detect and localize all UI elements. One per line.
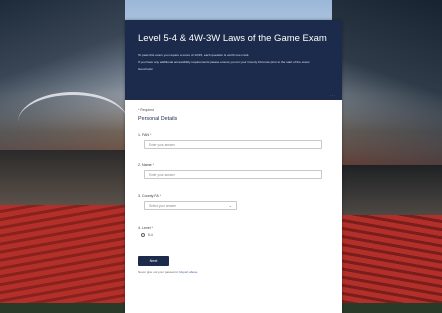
header-more-icon: ... [329,92,336,97]
question-label: 1. FAN * [138,133,329,137]
form-footer: Never give out your password. Report abu… [138,270,329,274]
footer-text: Never give out your password. [138,270,179,274]
stadium-arch [18,92,128,152]
form-title: Level 5-4 & 4W-3W Laws of the Game Exam [138,33,327,44]
question-number: 4. [138,226,141,230]
stadium-seats-left [0,205,125,313]
required-star: * [152,163,154,167]
radio-button[interactable] [141,233,145,237]
county-fa-select[interactable]: Select your answer ⌄ [144,201,237,210]
form-intro-accessibility: If you have any additional accessibility… [138,60,311,65]
form-card: Level 5-4 & 4W-3W Laws of the Game Exam … [125,20,342,313]
name-input-placeholder: Enter your answer [149,172,175,177]
question-text: Name [142,163,152,167]
fan-input[interactable]: Enter your answer [144,140,322,149]
level-option-5-4[interactable]: 5-4 [141,233,329,237]
stadium-tier-right [337,165,442,217]
question-number: 3. [138,194,141,198]
question-text: FAN [142,133,149,137]
question-text: Level [142,226,151,230]
required-note-label: Required [140,108,155,112]
question-label: 3. County FA * [138,194,329,198]
radio-label: 5-4 [148,233,153,237]
form-header: Level 5-4 & 4W-3W Laws of the Game Exam … [125,20,342,100]
question-level: 4. Level * 5-4 [138,226,329,237]
question-label: 2. Name * [138,163,329,167]
fan-input-placeholder: Enter your answer [149,142,175,147]
question-label: 4. Level * [138,226,329,230]
chevron-down-icon: ⌄ [228,203,232,208]
question-text: County FA [142,194,159,198]
report-abuse-link[interactable]: Report abuse [179,270,197,274]
required-note: * Required [138,108,329,112]
question-name: 2. Name * Enter your answer [138,163,329,179]
form-body: * Required Personal Details 1. FAN * Ent… [125,100,342,274]
name-input[interactable]: Enter your answer [144,170,322,179]
required-star: * [150,133,152,137]
section-title: Personal Details [138,116,178,122]
required-star: * [151,226,153,230]
question-number: 2. [138,163,141,167]
stadium-tier-left [0,150,125,206]
next-button[interactable]: Next [138,256,169,266]
county-fa-select-placeholder: Select your answer [149,203,177,208]
question-number: 1. [138,133,141,137]
question-fan: 1. FAN * Enter your answer [138,133,329,149]
form-intro-score: To pass this exam you require a score of… [138,53,250,57]
required-star: * [159,194,161,198]
question-county-fa: 3. County FA * Select your answer ⌄ [138,194,329,210]
stadium-roof-right [332,0,442,170]
form-intro-goodluck: Good luck! [138,67,153,72]
stadium-seats-right [337,215,442,313]
